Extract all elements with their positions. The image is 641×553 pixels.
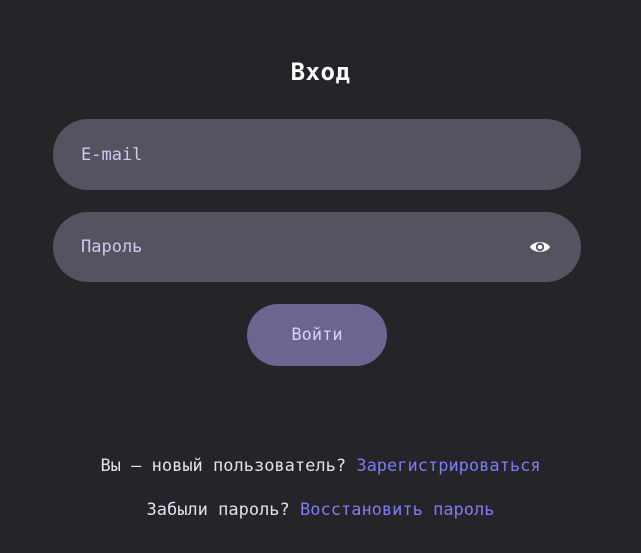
email-field[interactable] <box>81 119 521 190</box>
restore-line: Забыли пароль? Восстановить пароль <box>0 500 641 520</box>
forgot-prompt: Забыли пароль? <box>146 500 290 520</box>
password-field-container <box>53 212 581 282</box>
restore-password-link[interactable]: Восстановить пароль <box>300 500 494 520</box>
email-field-container <box>53 119 581 190</box>
register-prompt: Вы — новый пользователь? <box>100 456 347 476</box>
register-link[interactable]: Зарегистрироваться <box>356 456 540 476</box>
eye-icon[interactable] <box>529 238 551 256</box>
login-form: Вход Войти Вы — новый пользователь? Заре… <box>0 0 641 553</box>
page-title: Вход <box>290 58 351 86</box>
register-line: Вы — новый пользователь? Зарегистрироват… <box>0 456 641 476</box>
login-button[interactable]: Войти <box>247 304 387 366</box>
password-field[interactable] <box>81 212 521 282</box>
